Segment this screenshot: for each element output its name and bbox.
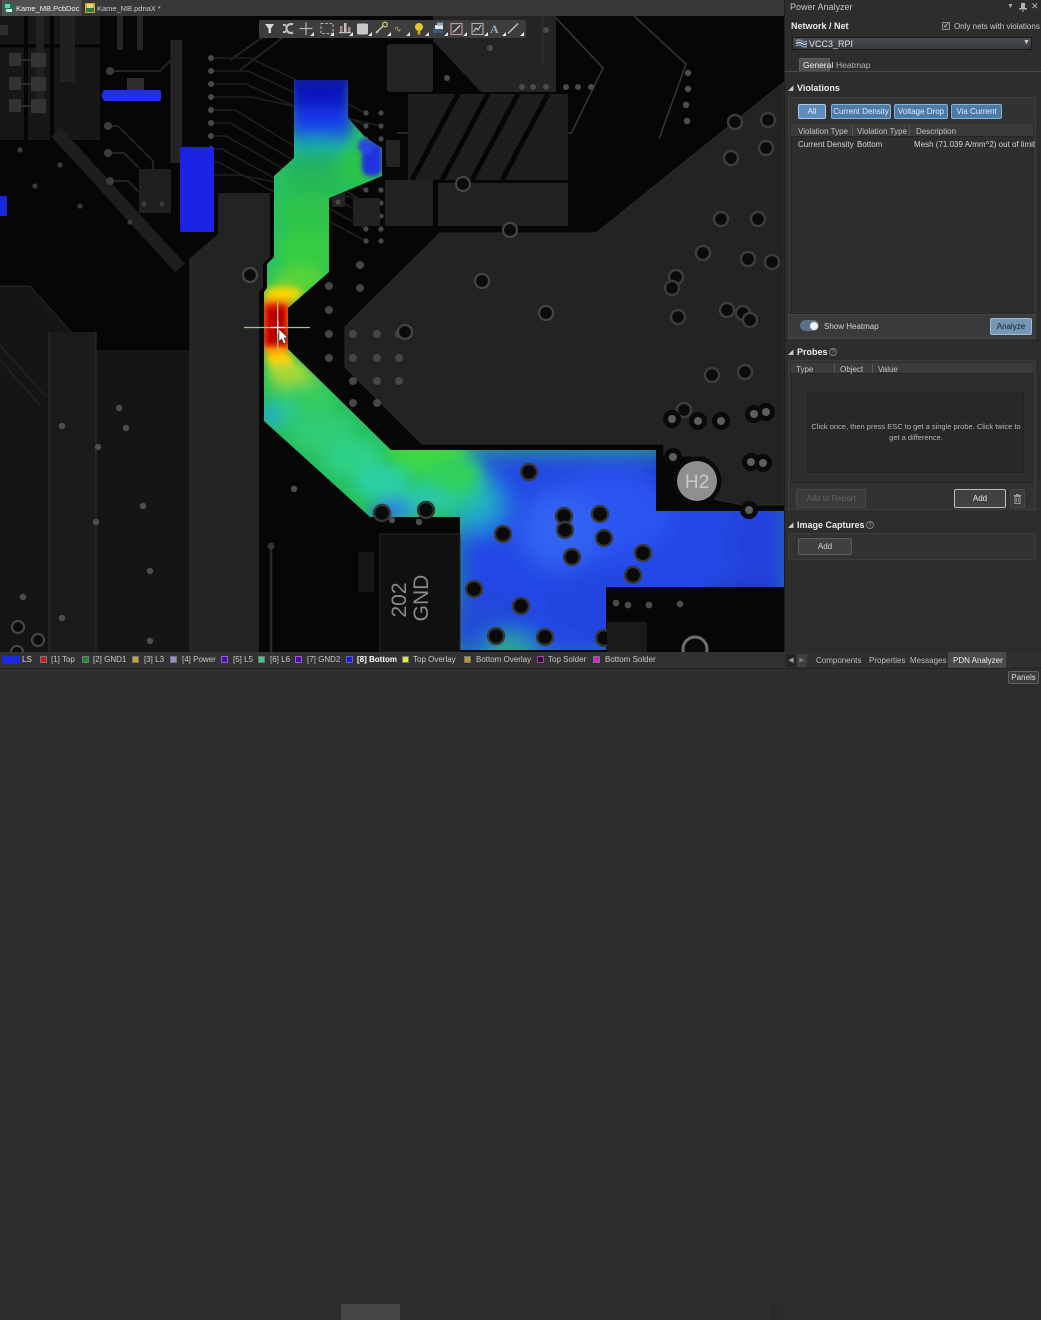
svg-text:GND: GND (410, 575, 433, 622)
svg-text:A: A (490, 22, 499, 36)
svg-text:H2: H2 (685, 472, 709, 493)
svg-text:202: 202 (388, 582, 411, 617)
svg-text:∿: ∿ (394, 24, 402, 34)
